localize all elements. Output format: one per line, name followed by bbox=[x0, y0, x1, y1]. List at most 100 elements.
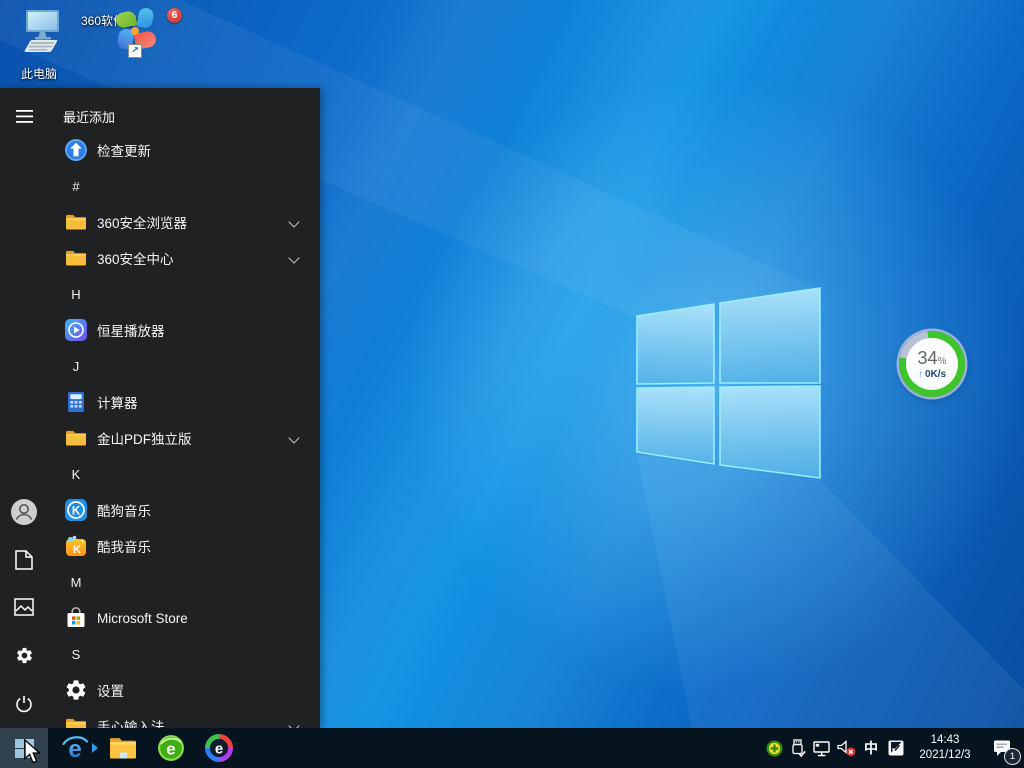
start-menu-item[interactable]: K 酷我音乐 bbox=[48, 528, 320, 564]
ie-group-arrow-icon[interactable] bbox=[92, 743, 98, 753]
start-menu-item-label: 金山PDF独立版 bbox=[97, 428, 192, 448]
letter-header[interactable]: M bbox=[48, 564, 320, 600]
hamburger-icon bbox=[16, 110, 33, 123]
chevron-down-icon[interactable] bbox=[288, 720, 299, 728]
tray-date: 2021/12/3 bbox=[912, 748, 978, 763]
letter-header-label: S bbox=[64, 647, 88, 662]
letter-header[interactable]: K bbox=[48, 456, 320, 492]
tray-clock[interactable]: 14:43 2021/12/3 bbox=[908, 733, 982, 763]
shortcut-arrow-icon: ↗ bbox=[128, 44, 142, 58]
action-center-button[interactable]: 1 bbox=[982, 728, 1022, 768]
user-avatar-icon bbox=[10, 498, 38, 526]
start-menu-item-label: 计算器 bbox=[97, 392, 138, 412]
memory-percent-value: 34 bbox=[918, 348, 938, 368]
start-menu-item-label: Microsoft Store bbox=[97, 611, 188, 626]
kugou-icon: K bbox=[64, 498, 88, 522]
start-app-list: 检查更新#360安全浏览器360安全中心H恒星播放器J计算器金山PDF独立版KK… bbox=[48, 132, 320, 728]
windows-start-icon bbox=[15, 739, 34, 758]
letter-header-label: J bbox=[64, 359, 88, 374]
start-menu-item-label: 360安全中心 bbox=[97, 248, 174, 268]
folder-icon bbox=[64, 210, 88, 234]
desktop-icon-this-pc[interactable]: 此电脑 bbox=[2, 8, 76, 82]
360-secure-browser-icon: e bbox=[157, 734, 185, 762]
tray-check-flag-icon[interactable] bbox=[884, 728, 908, 768]
start-menu-item[interactable]: 设置 bbox=[48, 672, 320, 708]
desktop-icon-label: 此电脑 bbox=[2, 65, 76, 82]
taskbar-ie-button[interactable]: e bbox=[51, 728, 99, 768]
this-pc-icon bbox=[16, 43, 62, 60]
svg-text:K: K bbox=[73, 544, 81, 556]
tray-network-icon[interactable] bbox=[810, 728, 834, 768]
start-menu-item-label: 检查更新 bbox=[97, 140, 151, 160]
tray-ime-indicator[interactable]: 中 bbox=[858, 738, 884, 758]
start-menu-item-label: 酷狗音乐 bbox=[97, 500, 151, 520]
taskbar-360-secure-browser-button[interactable]: e bbox=[147, 728, 195, 768]
letter-header-label: K bbox=[64, 467, 88, 482]
start-menu-item[interactable]: 360安全浏览器 bbox=[48, 204, 320, 240]
document-icon bbox=[15, 550, 33, 570]
start-menu-item[interactable]: 金山PDF独立版 bbox=[48, 420, 320, 456]
start-menu-item[interactable]: K 酷狗音乐 bbox=[48, 492, 320, 528]
chevron-down-icon[interactable] bbox=[288, 252, 299, 263]
start-menu-item[interactable]: 360安全中心 bbox=[48, 240, 320, 276]
recent-added-header: 最近添加 bbox=[63, 107, 115, 126]
rail-settings-button[interactable] bbox=[0, 631, 48, 679]
svg-text:K: K bbox=[72, 505, 81, 517]
update-icon bbox=[64, 138, 88, 162]
gear-icon bbox=[15, 646, 34, 665]
start-button[interactable] bbox=[0, 728, 48, 768]
desktop-icon-360-software-manager[interactable]: 6 ↗ 360软件管家 bbox=[78, 8, 152, 29]
start-menu-item-label: 设置 bbox=[97, 680, 124, 700]
start-menu-item-label: 手心输入法 bbox=[97, 716, 165, 728]
taskbar-360-speed-browser-button[interactable]: e bbox=[195, 728, 243, 768]
start-menu: 最近添加 检查更新 #360安全浏览器 360安全中心 H 恒星播放器 J 计算器金山PDF… bbox=[0, 88, 320, 728]
kuwo-icon: K bbox=[64, 534, 88, 558]
internet-explorer-icon: e bbox=[61, 734, 89, 762]
file-explorer-icon bbox=[109, 736, 137, 760]
upload-arrow-icon: ↑ bbox=[918, 369, 923, 380]
svg-text:e: e bbox=[166, 740, 175, 759]
msstore-icon bbox=[64, 606, 88, 630]
tray-360-safety-icon[interactable] bbox=[762, 728, 786, 768]
letter-header-label: H bbox=[64, 287, 88, 302]
chevron-down-icon[interactable] bbox=[288, 216, 299, 227]
letter-header[interactable]: J bbox=[48, 348, 320, 384]
expand-menu-button[interactable] bbox=[0, 92, 48, 140]
upload-speed-value: 0K/s bbox=[925, 369, 946, 380]
system-tray: 中 14:43 2021/12/3 bbox=[762, 728, 1024, 768]
start-menu-item-label: 恒星播放器 bbox=[97, 320, 165, 340]
start-menu-item[interactable]: 手心输入法 bbox=[48, 708, 320, 728]
desktop: 此电脑 6 ↗ 360软件管家 bbox=[0, 0, 1024, 768]
notification-count-badge: 1 bbox=[1004, 748, 1021, 765]
360-speed-ball-widget[interactable]: 34% ↑0K/s bbox=[899, 331, 965, 397]
letter-header[interactable]: # bbox=[48, 168, 320, 204]
svg-text:e: e bbox=[215, 741, 223, 758]
letter-header-label: # bbox=[64, 179, 88, 194]
chevron-down-icon[interactable] bbox=[288, 432, 299, 443]
letter-header-label: M bbox=[64, 575, 88, 590]
tray-time: 14:43 bbox=[912, 733, 978, 748]
percent-sign: % bbox=[938, 356, 947, 367]
start-menu-item[interactable]: 检查更新 bbox=[48, 132, 320, 168]
calculator-icon bbox=[64, 390, 88, 414]
start-menu-item[interactable]: Microsoft Store bbox=[48, 600, 320, 636]
taskbar-file-explorer-button[interactable] bbox=[99, 728, 147, 768]
start-menu-item[interactable]: 计算器 bbox=[48, 384, 320, 420]
pictures-button[interactable] bbox=[0, 583, 48, 631]
player-icon bbox=[64, 318, 88, 342]
power-button[interactable] bbox=[0, 680, 48, 728]
start-menu-item-label: 酷我音乐 bbox=[97, 536, 151, 556]
documents-button[interactable] bbox=[0, 536, 48, 584]
folder-icon bbox=[64, 246, 88, 270]
start-menu-item[interactable]: 恒星播放器 bbox=[48, 312, 320, 348]
settings-icon bbox=[64, 678, 88, 702]
letter-header[interactable]: S bbox=[48, 636, 320, 672]
tray-volume-muted-icon[interactable] bbox=[834, 728, 858, 768]
letter-header[interactable]: H bbox=[48, 276, 320, 312]
360-speed-browser-icon: e bbox=[205, 734, 233, 762]
svg-text:e: e bbox=[68, 736, 81, 762]
pictures-icon bbox=[14, 598, 34, 616]
tray-usb-icon[interactable] bbox=[786, 728, 810, 768]
folder-icon bbox=[64, 426, 88, 450]
user-account-button[interactable] bbox=[0, 488, 48, 536]
